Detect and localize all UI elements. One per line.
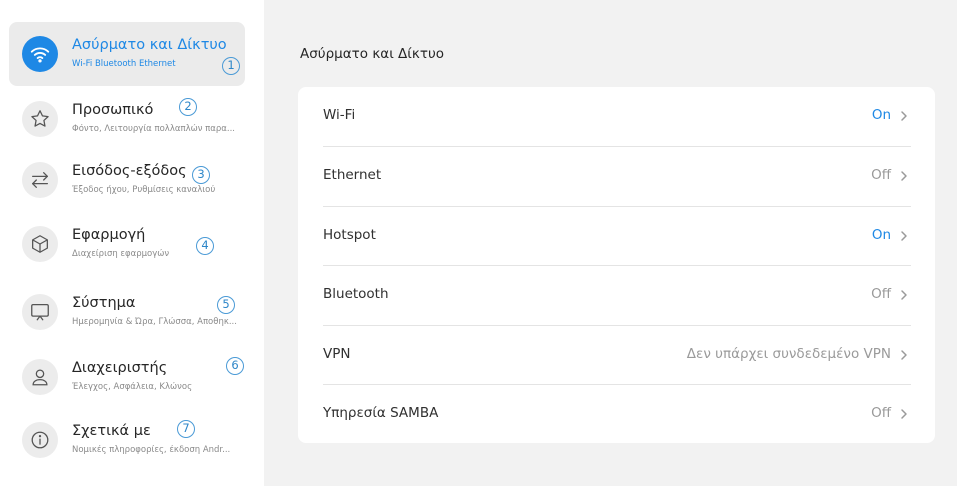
setting-value: Off (871, 405, 891, 421)
number-badge: 7 (177, 420, 195, 438)
cube-icon (22, 226, 58, 262)
setting-row-hotspot[interactable]: Hotspot On (298, 207, 935, 266)
sidebar-item-administrator[interactable]: Διαχειριστής Έλεγχος, Ασφάλεια, Κλώνος (9, 345, 245, 409)
number-badge: 1 (222, 57, 240, 75)
sidebar-item-title: Εισόδος-εξόδος (72, 163, 187, 179)
chevron-right-icon (901, 290, 907, 300)
setting-row-vpn[interactable]: VPN Δεν υπάρχει συνδεδεμένο VPN (298, 326, 935, 385)
setting-label: Wi-Fi (323, 107, 356, 123)
setting-label: Υπηρεσία SAMBA (323, 405, 439, 421)
sidebar: Ασύρματο και Δίκτυο Wi-Fi Bluetooth Ethe… (0, 0, 264, 486)
sidebar-item-wireless-network[interactable]: Ασύρματο και Δίκτυο Wi-Fi Bluetooth Ethe… (9, 22, 245, 86)
monitor-icon (22, 294, 58, 330)
number-badge: 6 (226, 357, 244, 375)
sidebar-item-subtitle: Διαχείριση εφαρμογών (72, 249, 170, 259)
chevron-right-icon (901, 111, 907, 121)
number-badge: 5 (217, 296, 235, 314)
setting-label: Hotspot (323, 227, 376, 243)
number-badge: 3 (192, 166, 210, 184)
sidebar-item-title: Ασύρματο και Δίκτυο (72, 37, 227, 53)
setting-value: Δεν υπάρχει συνδεδεμένο VPN (686, 346, 891, 362)
sidebar-item-title: Εφαρμογή (72, 227, 146, 243)
setting-row-samba[interactable]: Υπηρεσία SAMBA Off (298, 385, 935, 444)
number-badge: 4 (196, 237, 214, 255)
sidebar-item-title: Διαχειριστής (72, 360, 168, 376)
sidebar-item-subtitle: Έξοδος ήχου, Ρυθμίσεις καναλιού (72, 185, 216, 195)
sidebar-item-title: Σχετικά με (72, 423, 151, 439)
setting-row-bluetooth[interactable]: Bluetooth Off (298, 266, 935, 325)
sidebar-item-personal[interactable]: Προσωπικό Φόντο, Λειτουργία πολλαπλών πα… (9, 87, 245, 151)
info-icon (22, 422, 58, 458)
setting-value: On (871, 107, 891, 123)
number-badge: 2 (179, 98, 197, 116)
chevron-right-icon (901, 409, 907, 419)
chevron-right-icon (901, 231, 907, 241)
chevron-right-icon (901, 171, 907, 181)
setting-row-ethernet[interactable]: Ethernet Off (298, 147, 935, 206)
setting-label: Bluetooth (323, 286, 389, 302)
wifi-icon (22, 36, 58, 72)
page-title: Ασύρματο και Δίκτυο (300, 46, 445, 62)
star-icon (22, 101, 58, 137)
user-icon (22, 359, 58, 395)
setting-label: VPN (323, 346, 351, 362)
sidebar-item-title: Σύστημα (72, 295, 136, 311)
settings-card: Wi-Fi On Ethernet Off Hotspot On Bluetoo… (298, 87, 935, 443)
chevron-right-icon (901, 350, 907, 360)
sidebar-item-about[interactable]: Σχετικά με Νομικές πληροφορίες, έκδοση A… (9, 408, 245, 472)
sidebar-item-subtitle: Φόντο, Λειτουργία πολλαπλών παρα... (72, 124, 236, 134)
sidebar-item-subtitle: Ημερομηνία & Ώρα, Γλώσσα, Αποθηκ... (72, 317, 237, 327)
swap-arrows-icon (22, 162, 58, 198)
setting-value: Off (871, 167, 891, 183)
sidebar-item-title: Προσωπικό (72, 102, 154, 118)
setting-row-wifi[interactable]: Wi-Fi On (298, 87, 935, 146)
sidebar-item-subtitle: Wi-Fi Bluetooth Ethernet (72, 59, 176, 69)
sidebar-item-system[interactable]: Σύστημα Ημερομηνία & Ώρα, Γλώσσα, Αποθηκ… (9, 280, 245, 344)
sidebar-item-subtitle: Έλεγχος, Ασφάλεια, Κλώνος (72, 382, 193, 392)
setting-value: Off (871, 286, 891, 302)
sidebar-item-input-output[interactable]: Εισόδος-εξόδος Έξοδος ήχου, Ρυθμίσεις κα… (9, 148, 245, 212)
setting-label: Ethernet (323, 167, 382, 183)
setting-value: On (871, 227, 891, 243)
sidebar-item-subtitle: Νομικές πληροφορίες, έκδοση Andr... (72, 445, 231, 455)
